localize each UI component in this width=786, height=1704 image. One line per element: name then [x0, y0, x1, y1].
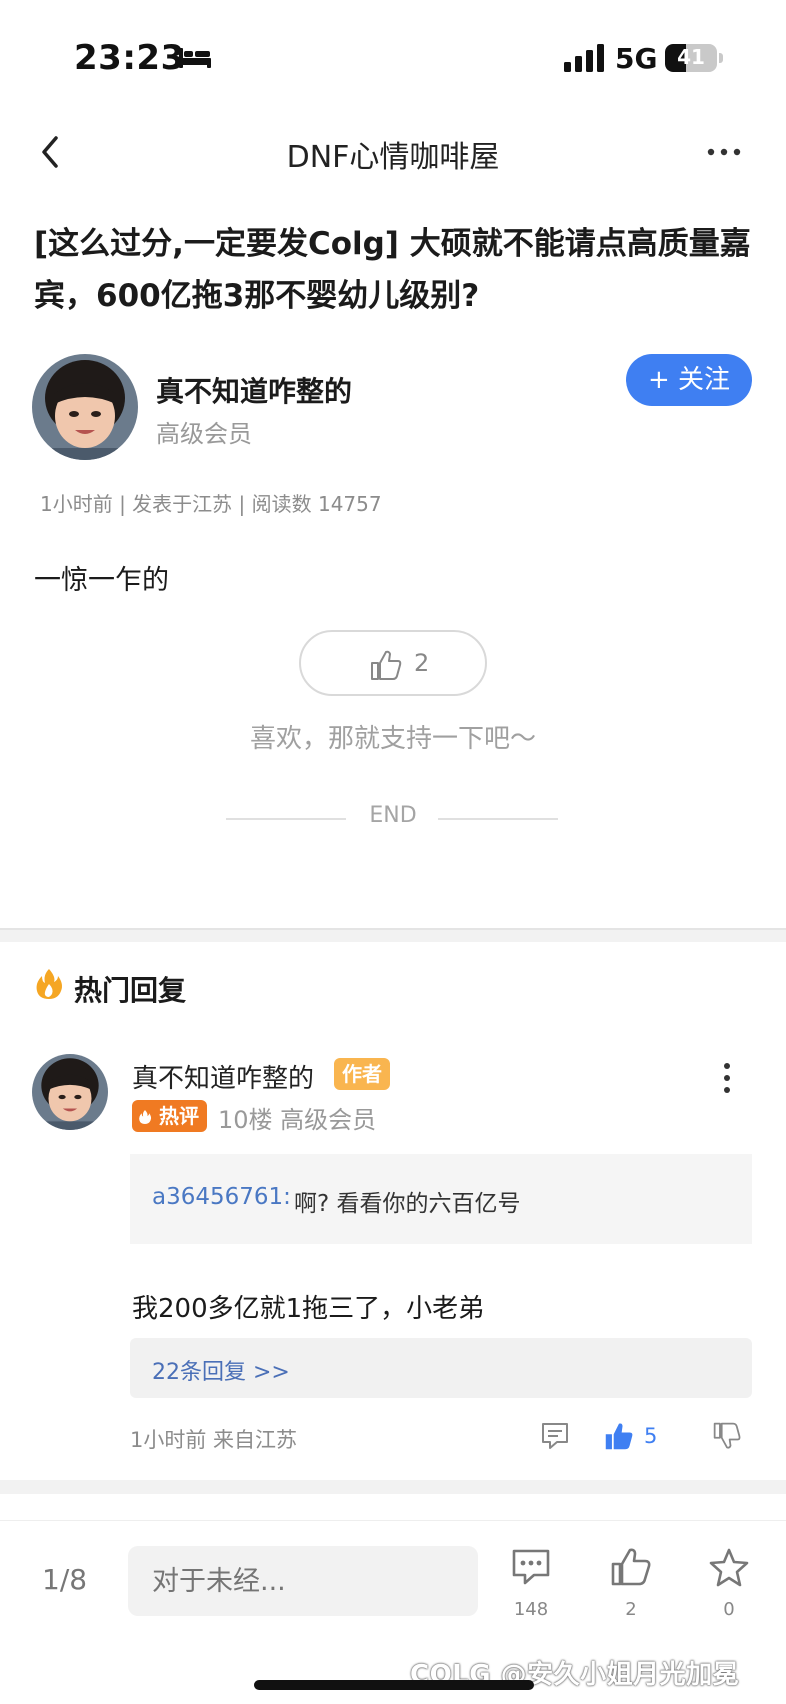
like-button[interactable]: 2: [596, 1547, 666, 1647]
comment-icon[interactable]: [540, 1420, 570, 1452]
comments-count: 148: [513, 1599, 549, 1620]
hot-replies-title: 热门回复: [74, 974, 187, 1007]
reply-like-count: 5: [644, 1424, 658, 1448]
reply-author-name[interactable]: 真不知道咋整的: [132, 1058, 314, 1095]
reply-floor-level: 10楼 高级会员: [218, 1106, 377, 1134]
section-divider: [0, 1480, 786, 1494]
thumb-down-icon[interactable]: [712, 1420, 742, 1452]
battery-nub: [719, 53, 723, 63]
page-title: DNF心情咖啡屋: [286, 140, 500, 175]
battery-icon: 41: [665, 44, 717, 72]
comments-button[interactable]: 148: [496, 1547, 566, 1647]
comment-icon: [512, 1549, 550, 1585]
network-type: 5G: [615, 42, 658, 75]
bed-icon: [179, 48, 211, 68]
reply-time: 1小时前 来自江苏: [130, 1428, 298, 1452]
support-text: 喜欢，那就支持一下吧～: [249, 724, 536, 754]
post-meta: 1小时前 | 发表于江苏 | 阅读数 14757: [40, 492, 382, 516]
status-bar: 23:23 5G 41: [0, 0, 786, 120]
favorites-count: 0: [723, 1599, 735, 1620]
post-title: [这么过分,一定要发Colg] 大硕就不能请点高质量嘉宾，600亿拖3那不婴幼儿…: [34, 226, 751, 314]
hot-badge-label: 热评: [158, 1104, 199, 1128]
reply-avatar[interactable]: [32, 1054, 108, 1130]
quoted-text: 啊? 看看你的六百亿号: [294, 1191, 521, 1217]
fire-icon: [36, 969, 62, 999]
subreplies-label: 22条回复 >>: [152, 1360, 290, 1385]
quoted-reply[interactable]: a36456761: 啊? 看看你的六百亿号: [130, 1154, 752, 1244]
subreplies-link[interactable]: 22条回复 >>: [130, 1338, 752, 1398]
thumb-up-icon: [611, 1548, 651, 1586]
more-options-icon[interactable]: [706, 140, 742, 164]
post-like-count: 2: [414, 649, 430, 677]
avatar-image: [32, 354, 138, 460]
reply-input[interactable]: [128, 1546, 478, 1616]
hot-comment-badge: 热评: [132, 1100, 207, 1132]
favorite-button[interactable]: 0: [694, 1547, 764, 1647]
end-divider-right: [438, 818, 558, 820]
thumb-up-filled-icon[interactable]: [604, 1420, 634, 1452]
author-badge: 作者: [334, 1058, 390, 1090]
reply-text: 我200多亿就1拖三了，小老弟: [132, 1294, 485, 1324]
battery-level: 41: [677, 45, 705, 69]
author-avatar[interactable]: [32, 354, 138, 460]
post-like-button[interactable]: 2: [299, 630, 487, 696]
reply-more-icon[interactable]: [722, 1062, 732, 1094]
quoted-user[interactable]: a36456761:: [152, 1184, 291, 1210]
follow-button[interactable]: + 关注: [626, 354, 752, 406]
likes-count: 2: [625, 1599, 637, 1620]
thumb-up-icon: [371, 650, 402, 680]
author-name[interactable]: 真不知道咋整的: [156, 370, 352, 410]
status-time: 23:23: [74, 38, 185, 78]
section-divider: [0, 928, 786, 942]
fire-icon: [139, 1110, 152, 1124]
page-indicator[interactable]: 1/8: [42, 1563, 87, 1596]
star-icon: [709, 1548, 749, 1587]
home-indicator: [254, 1680, 534, 1690]
post-body: 一惊一乍的: [34, 565, 169, 596]
end-text: END: [369, 803, 417, 828]
signal-icon: [564, 44, 604, 72]
author-level: 高级会员: [156, 420, 252, 448]
avatar-image: [32, 1054, 108, 1130]
